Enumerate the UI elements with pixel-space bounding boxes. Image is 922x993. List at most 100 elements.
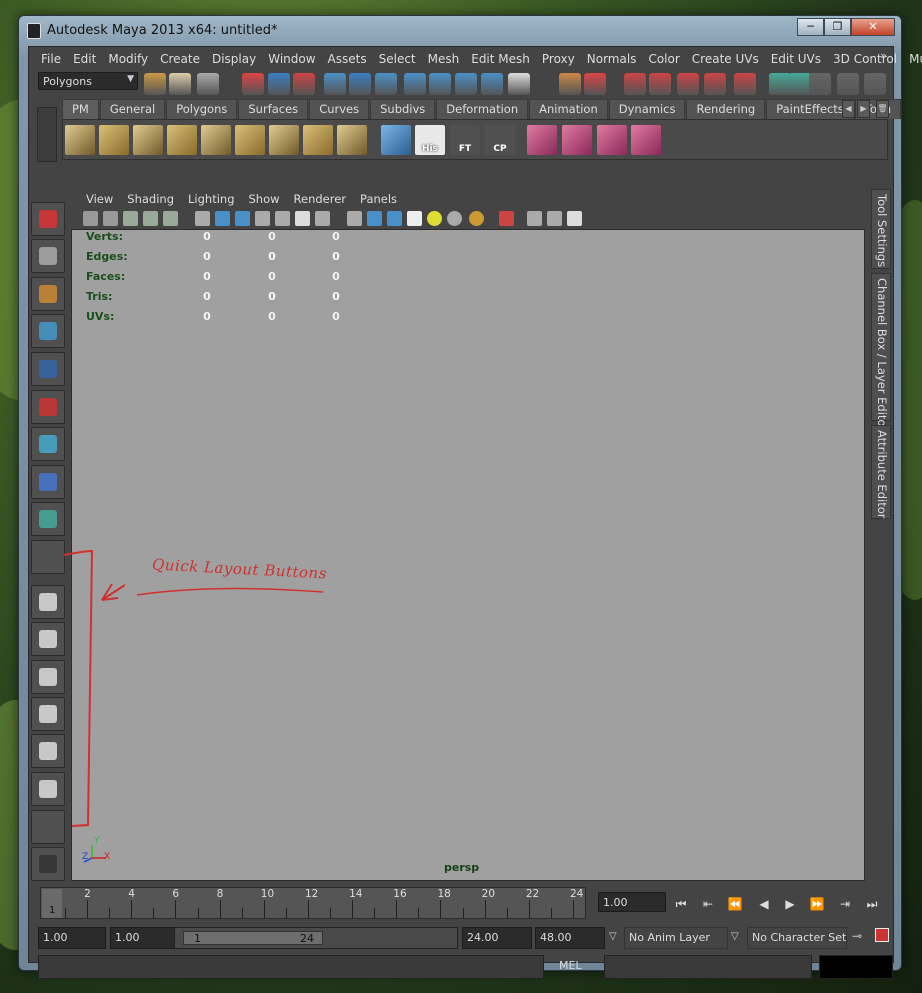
select-object-icon[interactable] [268, 73, 290, 95]
shelf-cut-tool-icon[interactable] [167, 125, 197, 155]
menu-create-uvs[interactable]: Create UVs [686, 52, 765, 66]
panel-menu-show[interactable]: Show [242, 192, 287, 206]
maximize-button[interactable]: ❐ [824, 18, 851, 36]
character-set-chevron-icon[interactable]: ▽ [731, 931, 739, 942]
shelf-scroll-right-button[interactable]: ▶ [857, 100, 870, 118]
panel-menu-lighting[interactable]: Lighting [181, 192, 241, 206]
shelf-cp-button[interactable]: CP [485, 125, 515, 155]
current-time-field[interactable]: 1.00 [598, 892, 666, 912]
menu-edit-mesh[interactable]: Edit Mesh [465, 52, 536, 66]
close-button[interactable]: ✕ [851, 18, 895, 36]
go-to-start-icon[interactable]: ⏮ [672, 895, 690, 913]
snap-plane-icon[interactable] [429, 73, 451, 95]
four-view-layout-icon[interactable] [31, 622, 65, 656]
new-scene-icon[interactable] [144, 73, 166, 95]
tab-curves[interactable]: Curves [309, 99, 370, 119]
checker-icon[interactable] [407, 211, 422, 226]
panel-menu-panels[interactable]: Panels [353, 192, 404, 206]
step-back-frame-icon[interactable]: ⇤ [699, 895, 717, 913]
playback-end-field[interactable]: 24.00 [462, 927, 532, 949]
menu-3d-control[interactable]: 3D Control [827, 52, 903, 66]
rotate-tool-icon[interactable] [31, 352, 65, 386]
maya-logo-icon[interactable] [31, 847, 65, 881]
shadows-icon[interactable] [315, 211, 330, 226]
shelf-pivot-tool-icon[interactable] [527, 125, 557, 155]
shelf-ft-button[interactable]: FT [450, 125, 480, 155]
range-slider[interactable]: 1 24 [174, 927, 458, 949]
shelf-plane-tool-icon[interactable] [65, 125, 95, 155]
snap-point-icon[interactable] [404, 73, 426, 95]
shelf-cube-tool-icon[interactable] [381, 125, 411, 155]
command-secondary-input[interactable] [604, 955, 812, 979]
graph-persp-layout-icon[interactable] [31, 697, 65, 731]
wireframe-icon[interactable] [195, 211, 210, 226]
command-line-input[interactable] [38, 955, 544, 979]
save-scene-icon[interactable] [197, 73, 219, 95]
go-to-end-icon[interactable]: ⏭ [863, 895, 881, 913]
menu-edit[interactable]: Edit [67, 52, 102, 66]
tab-rendering[interactable]: Rendering [686, 99, 766, 119]
menu-assets[interactable]: Assets [322, 52, 373, 66]
menu-window[interactable]: Window [262, 52, 321, 66]
wireframe-on-shaded-icon[interactable] [347, 211, 362, 226]
shelf-transform-tool-icon[interactable] [337, 125, 367, 155]
command-language-label[interactable]: MEL [559, 959, 582, 972]
character-set-select[interactable]: No Character Set [747, 927, 847, 949]
tab-painteffects[interactable]: PaintEffects [766, 99, 854, 119]
help-icon[interactable] [508, 73, 530, 95]
tab-tool-settings[interactable]: Tool Settings [871, 189, 891, 269]
snap-live-icon[interactable] [481, 73, 503, 95]
shelf-his-button[interactable]: His [415, 125, 445, 155]
scale-tool-icon[interactable] [31, 390, 65, 424]
tab-channel-box-layer-editor[interactable]: Channel Box / Layer Editor [871, 273, 891, 431]
single-perspective-layout-icon[interactable] [31, 585, 65, 619]
step-forward-frame-icon[interactable]: ⇥ [836, 895, 854, 913]
snap-grid-icon[interactable] [349, 73, 371, 95]
camera-select-icon[interactable] [83, 211, 98, 226]
isolate-icon[interactable] [275, 211, 290, 226]
minimize-button[interactable]: ─ [797, 18, 824, 36]
shelf-menu-handle[interactable] [37, 107, 57, 162]
soft-modification-icon[interactable] [31, 465, 65, 499]
tab-animation[interactable]: Animation [529, 99, 608, 119]
step-forward-key-icon[interactable]: ⏩ [808, 895, 826, 913]
shelf-delete-tool-icon[interactable] [303, 125, 333, 155]
title-bar[interactable]: Autodesk Maya 2013 x64: untitled* ─ ❐ ✕ [19, 16, 901, 46]
menu-edit-uvs[interactable]: Edit UVs [765, 52, 827, 66]
paint-select-tool-icon[interactable] [31, 277, 65, 311]
lighting-grey-icon[interactable] [447, 211, 462, 226]
range-slider-handle[interactable]: 1 24 [183, 931, 323, 945]
shelf-scroll-left-button[interactable]: ◀ [842, 100, 855, 118]
menu-display[interactable]: Display [206, 52, 262, 66]
panel-layout-icon[interactable] [809, 73, 831, 95]
menu-file[interactable]: File [35, 52, 67, 66]
shelf-split-tool-icon[interactable] [99, 125, 129, 155]
construction-icon[interactable] [649, 73, 671, 95]
panel-menu-renderer[interactable]: Renderer [287, 192, 354, 206]
menu-select[interactable]: Select [373, 52, 422, 66]
shelf-merge-tool-icon[interactable] [269, 125, 299, 155]
playback-start-field[interactable]: 1.00 [110, 927, 178, 949]
last-tool-icon[interactable] [31, 540, 65, 574]
universal-manipulator-icon[interactable] [31, 427, 65, 461]
attribute-editor-icon[interactable] [864, 73, 886, 95]
image-plane-icon[interactable] [143, 211, 158, 226]
tab-pm[interactable]: PM [62, 99, 99, 119]
open-scene-icon[interactable] [169, 73, 191, 95]
script-editor-layout-icon[interactable] [31, 772, 65, 806]
tab-attribute-editor[interactable]: Attribute Editor [871, 425, 891, 519]
smooth-shade-all-icon[interactable] [367, 211, 382, 226]
end-time-field[interactable]: 48.00 [535, 927, 605, 949]
flat-shade-icon[interactable] [387, 211, 402, 226]
render-icon[interactable] [677, 73, 699, 95]
shelf-bevel-tool-icon[interactable] [235, 125, 265, 155]
channel-box-icon[interactable] [837, 73, 859, 95]
grid-icon[interactable] [163, 211, 178, 226]
lock-icon[interactable] [559, 73, 581, 95]
select-highlight-icon[interactable] [584, 73, 606, 95]
shelf-trash-icon[interactable]: 🗑 [876, 100, 889, 118]
current-frame-marker[interactable]: 1 [42, 889, 62, 918]
move-tool-icon[interactable] [31, 314, 65, 348]
menubar-overflow-button[interactable]: » [880, 49, 887, 62]
lighting-gold-icon[interactable] [469, 211, 484, 226]
